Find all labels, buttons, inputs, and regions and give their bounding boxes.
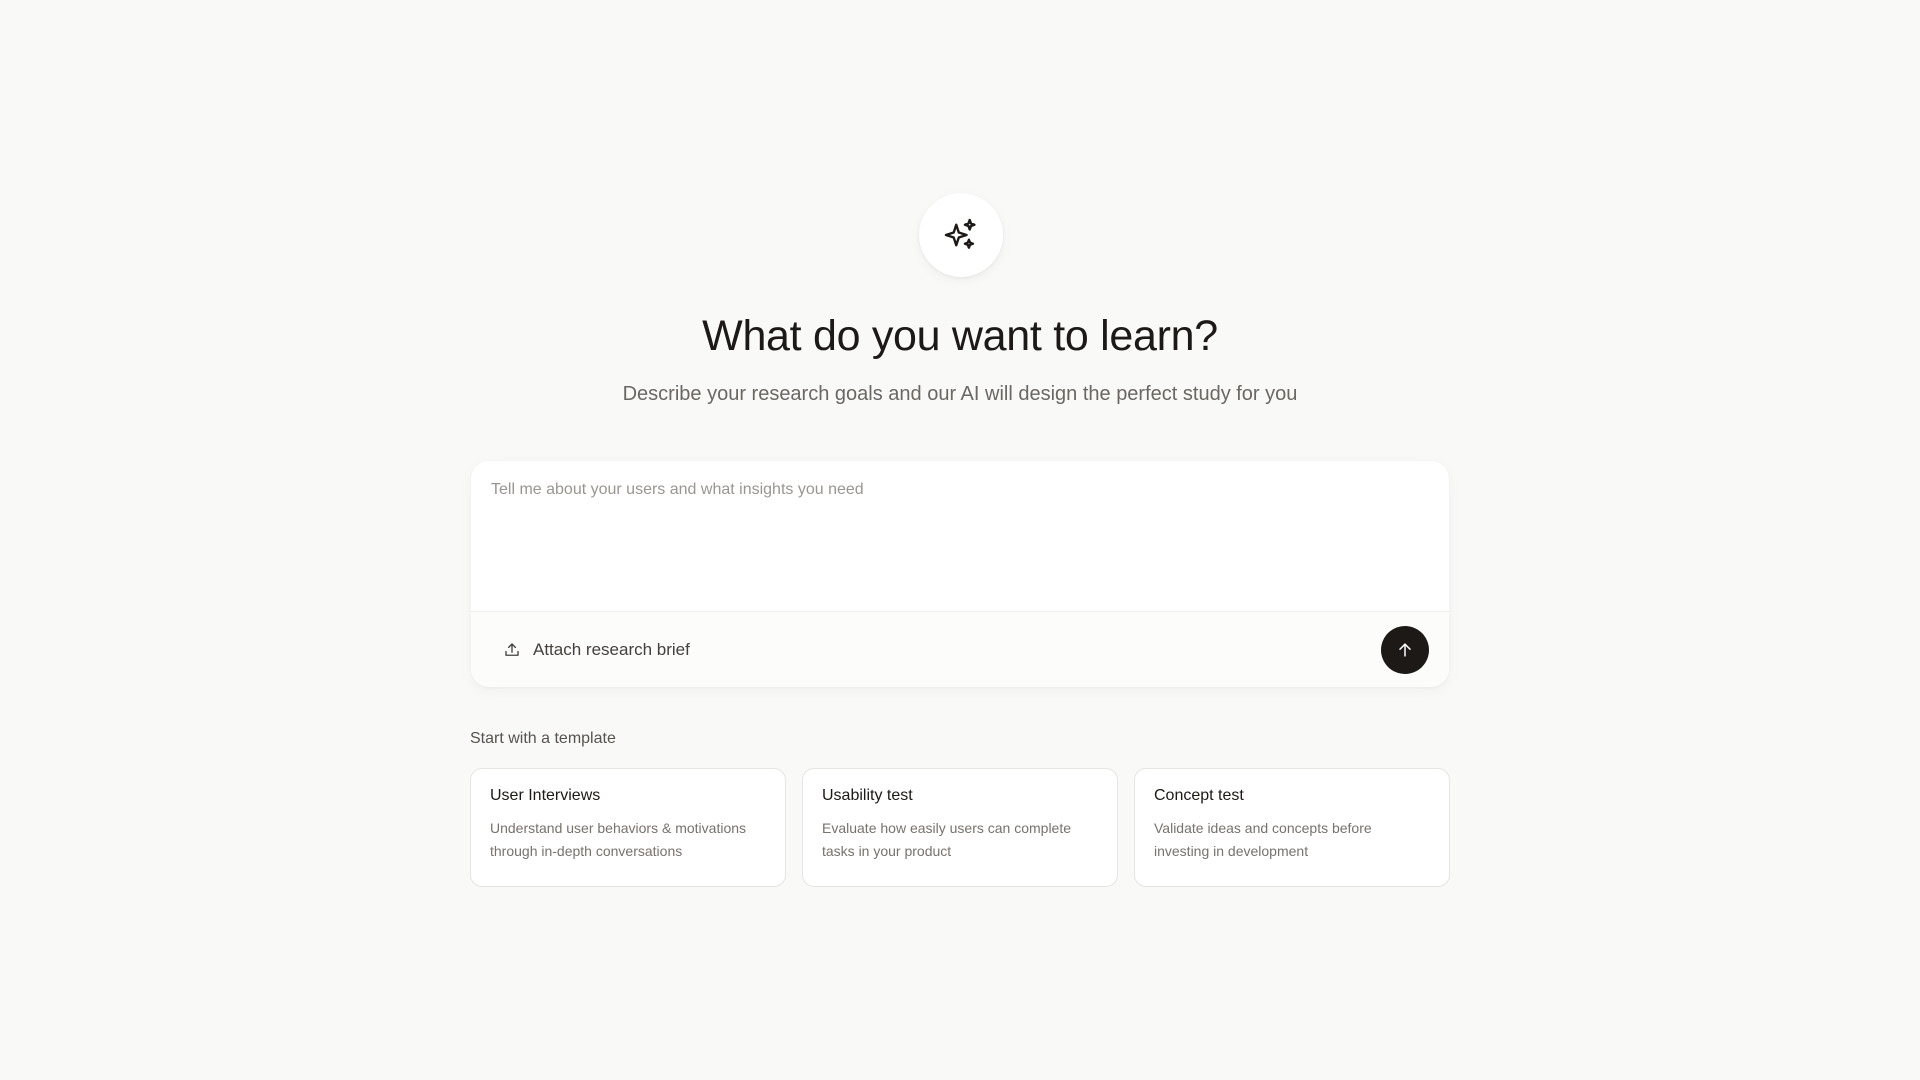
template-title: Concept test [1154, 787, 1244, 804]
arrow-up-icon [1399, 643, 1411, 657]
research-composer: Attach research brief [471, 461, 1449, 687]
composer-footer: Attach research brief [471, 611, 1449, 687]
page: What do you want to learn? Describe your… [0, 0, 1920, 1080]
sparkles-icon [944, 218, 976, 249]
attach-label: Attach research brief [533, 640, 690, 659]
template-card-user-interviews[interactable]: User Interviews Understand user behavior… [470, 768, 786, 887]
page-subtitle: Describe your research goals and our AI … [622, 383, 1298, 405]
template-card-concept-test[interactable]: Concept test Validate ideas and concepts… [1134, 768, 1450, 887]
page-title: What do you want to learn? [702, 312, 1218, 360]
templates-heading: Start with a template [470, 730, 616, 747]
send-button[interactable] [1381, 626, 1429, 674]
template-title: Usability test [822, 787, 913, 804]
upload-icon [505, 643, 519, 656]
template-card-usability-test[interactable]: Usability test Evaluate how easily users… [802, 768, 1118, 887]
hero-badge [919, 193, 1003, 277]
template-description: Evaluate how easily users can complete t… [822, 820, 1072, 859]
template-description: Validate ideas and concepts before inves… [1154, 820, 1372, 859]
template-description: Understand user behaviors & motivations … [490, 820, 747, 859]
template-title: User Interviews [490, 787, 601, 804]
research-goals-input[interactable] [471, 461, 1449, 611]
attach-research-brief-button[interactable]: Attach research brief [491, 630, 702, 670]
